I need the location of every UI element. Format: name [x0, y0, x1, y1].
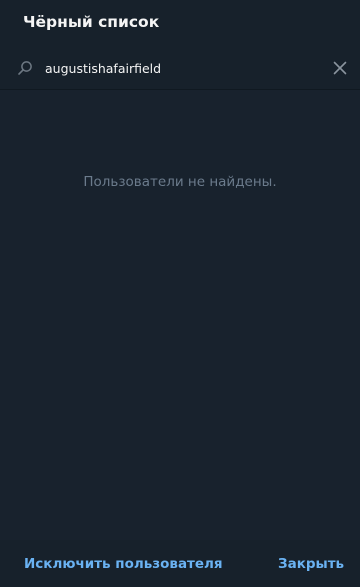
search-input[interactable] — [45, 57, 315, 79]
close-button[interactable]: Закрыть — [278, 552, 344, 576]
blacklist-dialog: Чёрный список Пользователи не найдены. И… — [0, 0, 360, 587]
search-icon — [17, 60, 33, 76]
results-list: Пользователи не найдены. — [0, 90, 360, 540]
close-icon — [333, 61, 347, 75]
empty-state-message: Пользователи не найдены. — [83, 174, 277, 190]
clear-search-button[interactable] — [330, 58, 350, 78]
dialog-title: Чёрный список — [23, 13, 160, 31]
search-bar — [0, 48, 360, 88]
exclude-user-button[interactable]: Исключить пользователя — [24, 552, 223, 576]
